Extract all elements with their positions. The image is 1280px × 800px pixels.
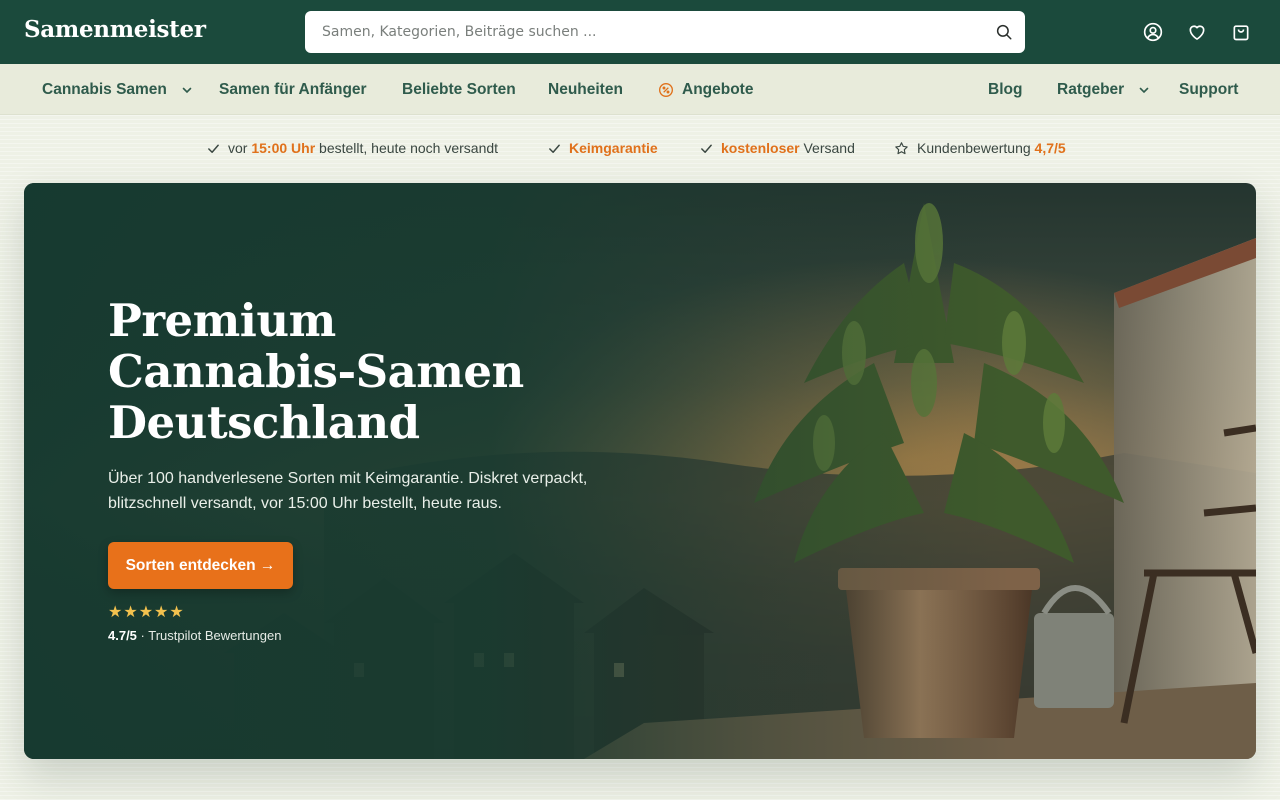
nav-item-label: Angebote xyxy=(682,80,754,98)
nav-item-cannabis-samen[interactable]: Cannabis Samen xyxy=(42,64,193,115)
rating-score: 4.7/5 xyxy=(108,628,137,643)
nav-item-ratgeber[interactable]: Ratgeber xyxy=(1057,64,1150,115)
hero-title-line: Premium xyxy=(108,294,336,347)
hero-banner: Premium Cannabis-Samen Deutschland Über … xyxy=(24,183,1256,759)
usp-strip: vor 15:00 Uhr bestellt, heute noch versa… xyxy=(0,137,1280,159)
usp-germination: Keimgarantie xyxy=(548,137,658,159)
search-bar xyxy=(305,11,1025,53)
main-nav: Cannabis Samen Samen für Anfänger Belieb… xyxy=(0,64,1280,115)
nav-item-blog[interactable]: Blog xyxy=(988,64,1022,115)
nav-item-label: Cannabis Samen xyxy=(42,80,167,98)
usp-highlight: kostenloser xyxy=(721,140,800,156)
discover-strains-button[interactable]: Sorten entdecken → xyxy=(108,542,293,589)
shopping-bag-icon[interactable] xyxy=(1230,21,1252,43)
usp-text: Kundenbewertung xyxy=(917,140,1035,156)
usp-text: bestellt, heute noch versandt xyxy=(315,140,499,156)
logo[interactable]: Samenmeister xyxy=(24,16,206,43)
hero-title-line: Cannabis-Samen xyxy=(108,345,524,398)
usp-text: vor xyxy=(228,140,252,156)
nav-item-samen-fuer-anfaenger[interactable]: Samen für Anfänger xyxy=(219,64,367,115)
hero-subtitle: Über 100 handverlesene Sorten mit Keimga… xyxy=(108,470,588,512)
chevron-down-icon xyxy=(181,84,193,96)
heart-icon[interactable] xyxy=(1186,21,1208,43)
usp-highlight: 4,7/5 xyxy=(1034,140,1066,156)
usp-highlight: 15:00 Uhr xyxy=(251,140,316,156)
account-icon[interactable] xyxy=(1142,21,1164,43)
nav-item-angebote[interactable]: Angebote xyxy=(658,64,753,115)
check-icon xyxy=(207,142,220,155)
discount-icon xyxy=(658,82,674,98)
usp-text: Versand xyxy=(799,140,855,156)
nav-item-label: Beliebte Sorten xyxy=(402,80,516,98)
nav-item-support[interactable]: Support xyxy=(1179,64,1238,115)
search-icon[interactable] xyxy=(993,21,1015,43)
usp-highlight: Keimgarantie xyxy=(569,140,658,156)
star-outline-icon xyxy=(894,141,909,156)
hero-title-line: Deutschland xyxy=(108,396,420,449)
nav-item-label: Support xyxy=(1179,80,1239,98)
nav-item-label: Samen für Anfänger xyxy=(219,80,367,98)
nav-item-label: Ratgeber xyxy=(1057,80,1125,98)
rating-text: · Trustpilot Bewertungen xyxy=(136,628,282,643)
nav-item-label: Blog xyxy=(988,80,1023,98)
chevron-down-icon xyxy=(1138,84,1150,96)
check-icon xyxy=(548,142,561,155)
nav-item-beliebte-sorten[interactable]: Beliebte Sorten xyxy=(402,64,516,115)
usp-rating: Kundenbewertung 4,7/5 xyxy=(894,137,1066,159)
nav-item-neuheiten[interactable]: Neuheiten xyxy=(548,64,623,115)
trustpilot-rating[interactable]: 4.7/5 · Trustpilot Bewertungen xyxy=(108,628,281,643)
top-header: Samenmeister xyxy=(0,0,1280,64)
check-icon xyxy=(700,142,713,155)
hero-title: Premium Cannabis-Samen Deutschland xyxy=(108,295,668,448)
search-input[interactable] xyxy=(305,11,975,53)
usp-free-shipping: kostenloser Versand xyxy=(700,137,855,159)
usp-shipping: vor 15:00 Uhr bestellt, heute noch versa… xyxy=(207,137,498,159)
rating-stars: ★★★★★ xyxy=(108,602,185,621)
nav-item-label: Neuheiten xyxy=(548,80,623,98)
